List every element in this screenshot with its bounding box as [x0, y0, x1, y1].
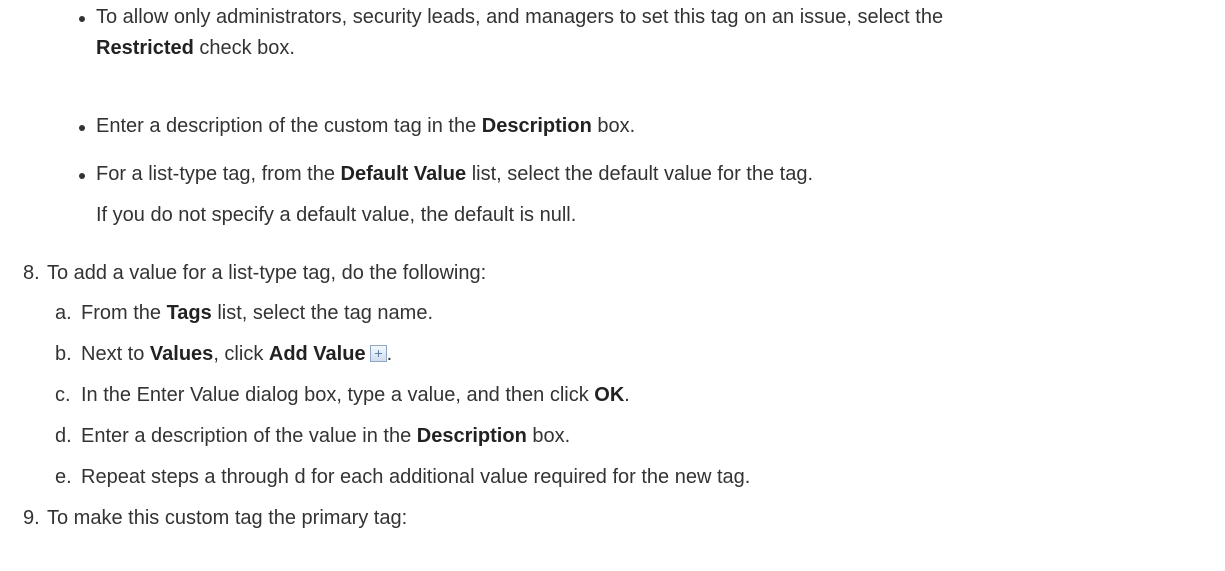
- bullet-text: list, select the default value for the t…: [466, 163, 814, 185]
- bullet-default-value: For a list-type tag, from the Default Va…: [79, 159, 1206, 190]
- substep-text: Enter a description of the value in the: [81, 425, 417, 447]
- substep-text: list, select the tag name.: [211, 302, 434, 324]
- bold-term-description: Description: [416, 425, 527, 447]
- substep-text: box.: [526, 425, 571, 447]
- substep-text: .: [624, 384, 630, 406]
- step-number: 9.: [23, 507, 40, 529]
- bullet-continuation: If you do not specify a default value, t…: [96, 204, 577, 226]
- substep-letter: d.: [55, 425, 72, 447]
- substep-letter: a.: [55, 302, 72, 324]
- bold-term-ok: OK: [594, 384, 625, 406]
- substep-text: Next to: [81, 343, 150, 365]
- substep-text: , click: [213, 343, 269, 365]
- substep-b: b. Next to Values, click Add Value.: [55, 339, 392, 370]
- bold-term-values: Values: [149, 343, 214, 365]
- substep-text: Repeat steps a through d for each additi…: [81, 466, 751, 488]
- step-text: To add a value for a list-type tag, do t…: [47, 262, 487, 284]
- bullet-text: check box.: [193, 37, 295, 59]
- substep-e: e. Repeat steps a through d for each addi…: [55, 462, 750, 493]
- add-value-icon: [369, 345, 387, 362]
- substep-letter: b.: [55, 343, 72, 365]
- bullet-description: Enter a description of the custom tag in…: [79, 111, 1206, 142]
- bullet-text: For a list-type tag, from the: [96, 163, 341, 185]
- substep-letter: e.: [55, 466, 72, 488]
- substep-text: From the: [81, 302, 167, 324]
- substep-d: d. Enter a description of the value in th…: [55, 421, 570, 452]
- bold-term-description: Description: [481, 115, 592, 137]
- substep-c: c. In the Enter Value dialog box, type a …: [55, 380, 630, 411]
- step-text: To make this custom tag the primary tag:: [47, 507, 408, 529]
- substep-letter: c.: [55, 384, 71, 406]
- bullet-restricted: To allow only administrators, security l…: [79, 2, 1206, 64]
- substep-a: a. From the Tags list, select the tag nam…: [55, 298, 433, 329]
- bold-term-restricted: Restricted: [96, 37, 194, 59]
- substep-text: .: [386, 343, 393, 365]
- bold-term-default-value: Default Value: [340, 163, 467, 185]
- bullet-text: box.: [591, 115, 636, 137]
- bullet-text: Enter a description of the custom tag in…: [96, 115, 482, 137]
- bold-term-tags: Tags: [166, 302, 212, 324]
- substep-text: In the Enter Value dialog box, type a va…: [81, 384, 595, 406]
- bullet-text: To allow only administrators, security l…: [96, 6, 944, 28]
- step-number: 8.: [23, 262, 40, 284]
- bold-term-add-value: Add Value: [268, 343, 366, 365]
- step-8: 8. To add a value for a list-type tag, do…: [23, 258, 486, 289]
- step-9: 9. To make this custom tag the primary ta…: [23, 503, 407, 534]
